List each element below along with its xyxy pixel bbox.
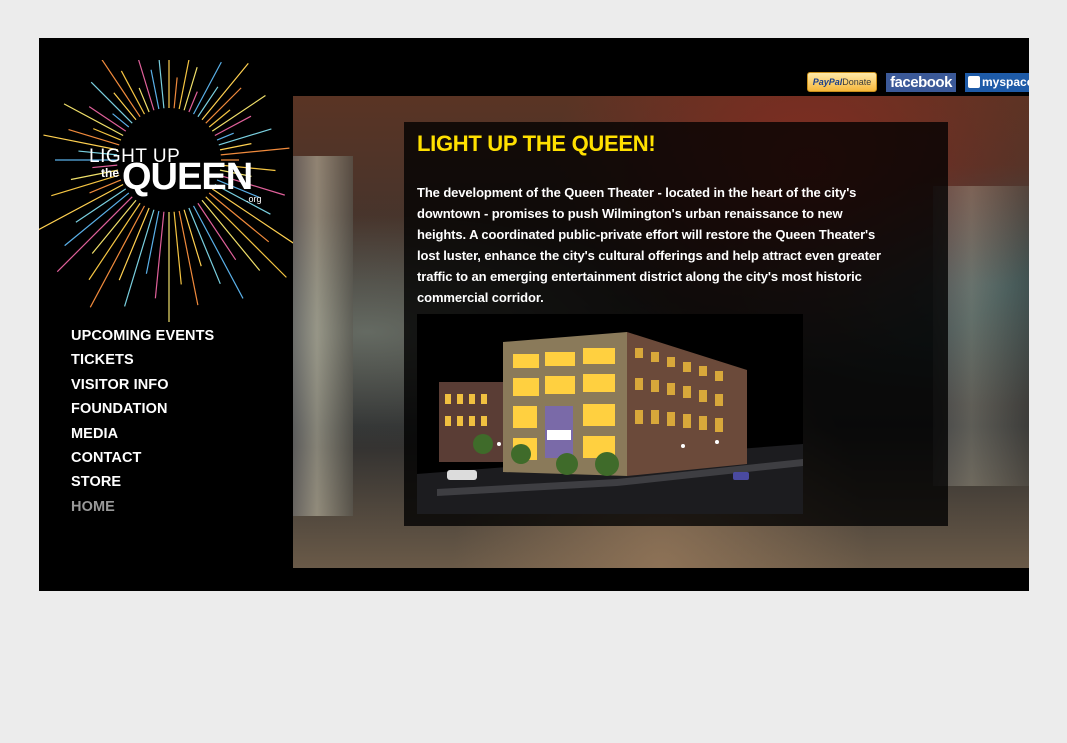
theater-rendering-image [417, 314, 803, 514]
logo-the-text: the [101, 166, 119, 180]
nav-item-contact[interactable]: CONTACT [71, 450, 214, 474]
nav-item-foundation[interactable]: FOUNDATION [71, 401, 214, 425]
nav-item-tickets[interactable]: TICKETS [71, 352, 214, 376]
social-links: PayPalDonate facebook myspace [807, 72, 1029, 92]
site-frame: PayPalDonate facebook myspace LIGHT UP t… [39, 38, 1029, 591]
myspace-label: myspace [982, 74, 1029, 89]
light-burst-icon [39, 60, 293, 322]
paypal-action: Donate [842, 77, 872, 87]
hero-background-image: LIGHT UP THE QUEEN! The development of t… [293, 96, 1029, 568]
paypal-donate-button[interactable]: PayPalDonate [807, 72, 877, 92]
logo-queen-text: QUEEN [122, 156, 253, 198]
intro-paragraph: The development of the Queen Theater - l… [417, 185, 881, 305]
nav-item-store[interactable]: STORE [71, 474, 214, 498]
facebook-link[interactable]: facebook [886, 72, 956, 92]
site-logo[interactable]: LIGHT UP the QUEEN .org [39, 60, 293, 350]
paypal-brand: PayPal [812, 77, 843, 87]
logo-org-text: .org [246, 194, 262, 204]
nav-item-home[interactable]: HOME [71, 499, 214, 523]
hero-ruin-column [293, 156, 353, 516]
nav-item-visitor-info[interactable]: VISITOR INFO [71, 377, 214, 401]
myspace-link[interactable]: myspace [965, 72, 1029, 92]
myspace-icon [968, 75, 980, 88]
main-nav: UPCOMING EVENTS TICKETS VISITOR INFO FOU… [71, 328, 214, 523]
nav-item-media[interactable]: MEDIA [71, 426, 214, 450]
nav-item-upcoming-events[interactable]: UPCOMING EVENTS [71, 328, 214, 352]
page-title: LIGHT UP THE QUEEN! [417, 131, 656, 156]
content-panel: LIGHT UP THE QUEEN! The development of t… [404, 122, 948, 526]
